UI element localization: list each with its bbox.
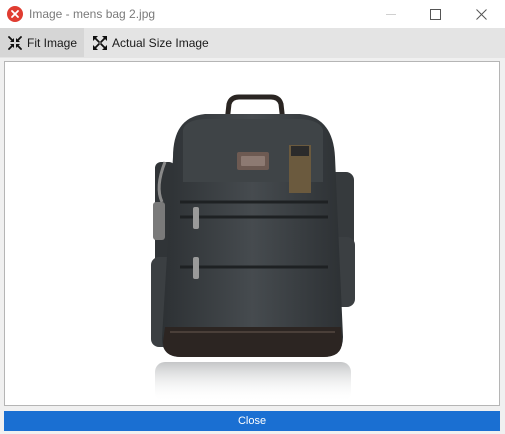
- image-viewer-window: Image - mens bag 2.jpg Fit Image Actual …: [0, 0, 505, 434]
- shrink-arrows-icon: [8, 35, 22, 50]
- actual-size-button[interactable]: Actual Size Image: [85, 28, 215, 57]
- minimize-button[interactable]: [369, 0, 413, 28]
- close-button[interactable]: Close: [4, 411, 500, 431]
- fit-image-button[interactable]: Fit Image: [0, 28, 84, 57]
- backpack-image: [151, 94, 355, 402]
- maximize-button[interactable]: [413, 0, 457, 28]
- title-bar[interactable]: Image - mens bag 2.jpg: [0, 0, 505, 28]
- expand-arrows-icon: [93, 35, 107, 50]
- image-viewport[interactable]: [4, 61, 500, 406]
- actual-size-label: Actual Size Image: [112, 35, 209, 50]
- error-x-icon: [7, 6, 23, 22]
- close-window-button[interactable]: [459, 0, 503, 28]
- toolbar: Fit Image Actual Size Image: [0, 28, 505, 58]
- window-title: Image - mens bag 2.jpg: [29, 7, 156, 21]
- fit-image-label: Fit Image: [27, 35, 78, 50]
- close-icon: [476, 9, 487, 20]
- maximize-icon: [430, 9, 441, 20]
- minimize-icon: [386, 14, 396, 15]
